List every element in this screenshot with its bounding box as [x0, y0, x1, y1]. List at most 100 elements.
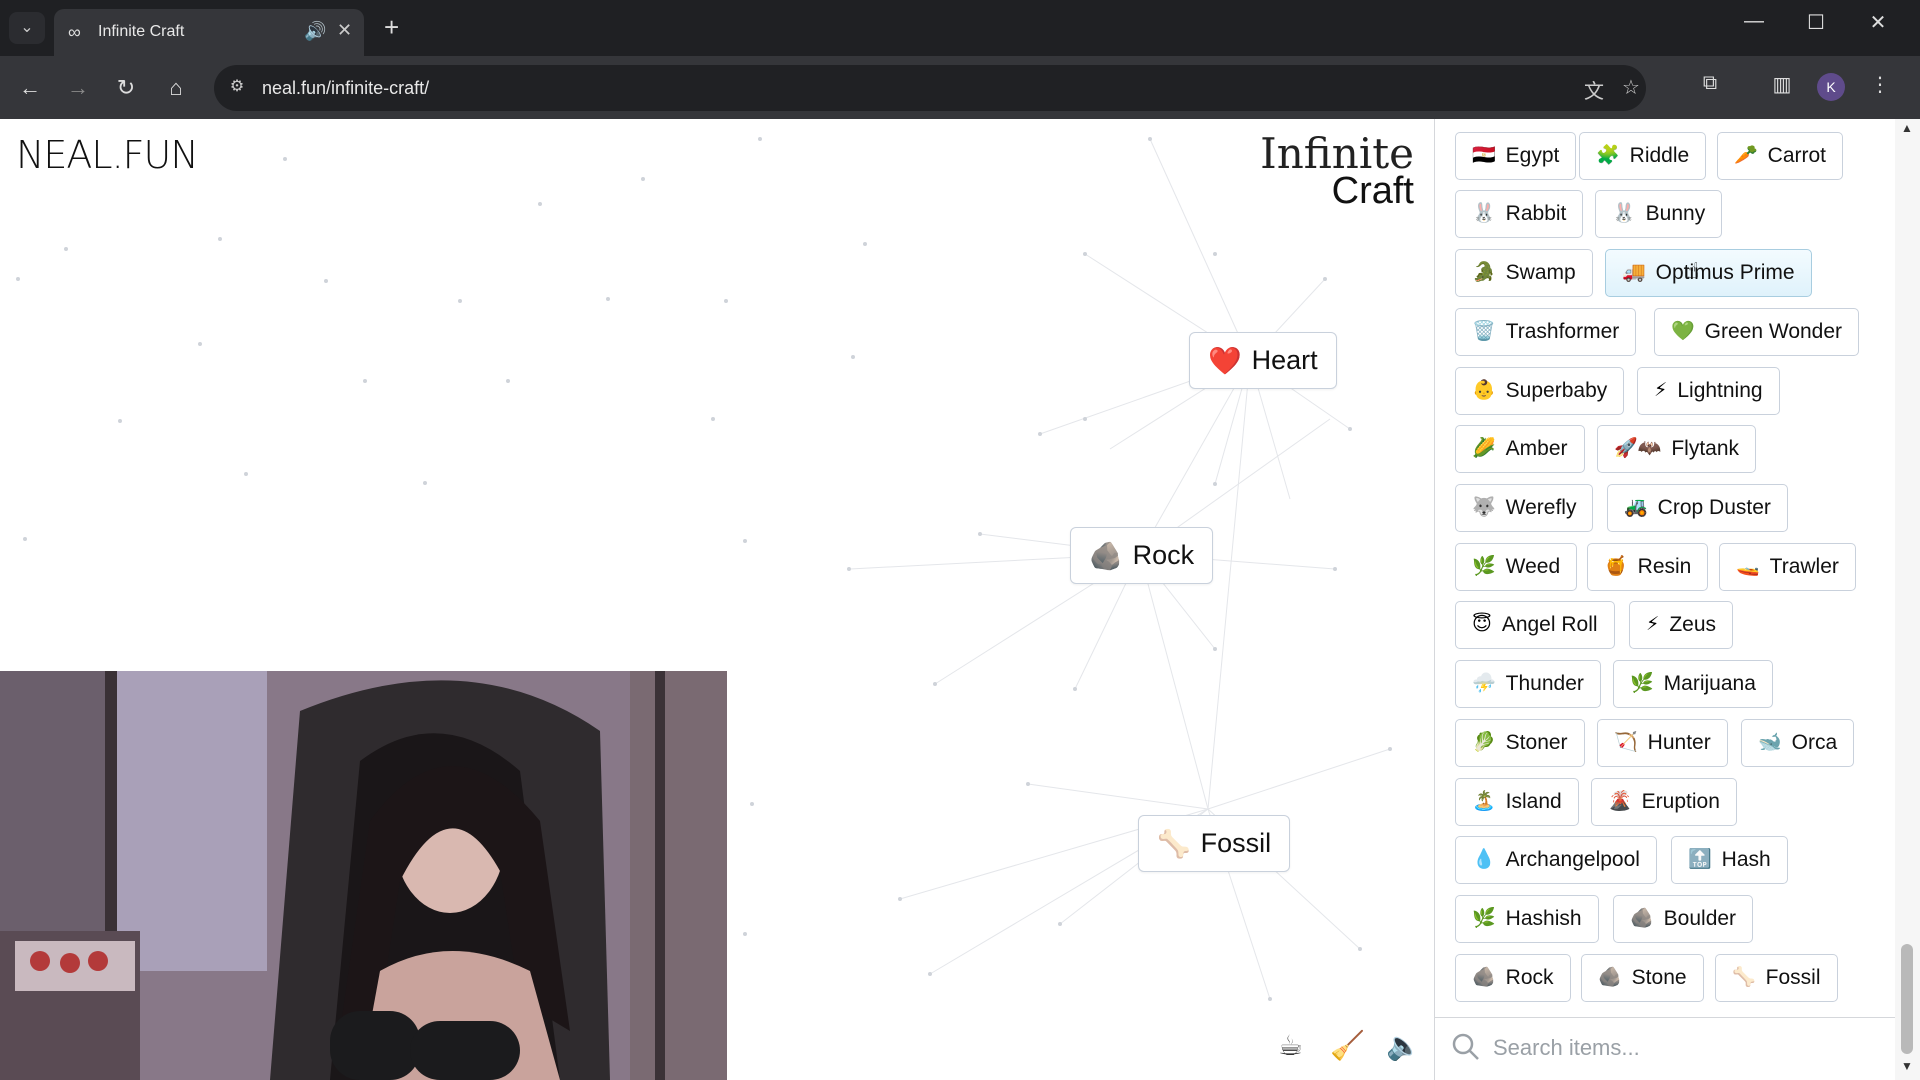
speaker-icon[interactable]: 🔊	[304, 21, 326, 42]
scroll-thumb[interactable]	[1901, 944, 1913, 1054]
wolf-icon: 🐺	[1472, 497, 1496, 518]
sidebar-item-rabbit[interactable]: 🐰 Rabbit	[1455, 190, 1584, 238]
tune-icon[interactable]: ⚙	[226, 76, 248, 98]
close-icon[interactable]: ✕	[337, 20, 352, 41]
tab-search-button[interactable]: ⌄	[9, 12, 45, 44]
site-logo[interactable]: NEAL.FUN	[16, 133, 199, 177]
top-arrow-icon: 🔝	[1688, 849, 1712, 870]
address-bar[interactable]: ⚙ neal.fun/infinite-craft/ 文 ☆	[214, 65, 1646, 111]
sidebar-item-boulder[interactable]: 🪨 Boulder	[1613, 895, 1754, 943]
green-heart-icon: 💚	[1671, 321, 1695, 342]
item-label: Rock	[1505, 966, 1554, 989]
sidebar-item-superbaby[interactable]: 👶 Superbaby	[1455, 367, 1625, 415]
browser-tab-active[interactable]: ∞ Infinite Craft 🔊 ✕	[54, 9, 364, 56]
close-window-button[interactable]: ✕	[1858, 10, 1898, 35]
sidebar-item-green-wonder[interactable]: 💚 Green Wonder	[1654, 308, 1860, 356]
sidebar-item-stoner[interactable]: 🥬 Stoner	[1455, 719, 1585, 767]
sidebar-item-optimus-prime[interactable]: 🚚 Optimus Prime	[1605, 249, 1812, 297]
items-list: 🇪🇬 Egypt 🧩 Riddle 🥕 Carrot 🐰 Rabbit 🐰 Bunny 🐊…	[1435, 119, 1895, 1017]
sidebar-item-riddle[interactable]: 🧩 Riddle	[1579, 132, 1707, 180]
back-button[interactable]: ←	[14, 72, 46, 104]
sidebar-item-hashish[interactable]: 🌿 Hashish	[1455, 895, 1599, 943]
item-label: Stoner	[1505, 731, 1568, 754]
item-label: Fossil	[1765, 966, 1821, 989]
broom-icon[interactable]: 🧹	[1330, 1029, 1365, 1062]
maximize-button[interactable]: ☐	[1796, 10, 1836, 35]
avatar[interactable]: K	[1817, 73, 1845, 101]
sidebar-item-fossil[interactable]: 🦴 Fossil	[1715, 954, 1838, 1002]
whale-icon: 🐋	[1758, 732, 1782, 753]
bone-icon: 🦴	[1732, 967, 1756, 988]
puzzle-icon[interactable]: ⧉	[1694, 72, 1726, 95]
item-label: Trawler	[1769, 555, 1839, 578]
sidebar-item-eruption[interactable]: 🌋 Eruption	[1591, 778, 1737, 826]
coffee-cup-icon[interactable]: ☕	[1278, 1029, 1303, 1062]
sidebar-item-weed[interactable]: 🌿 Weed	[1455, 543, 1578, 591]
reload-button[interactable]: ↻	[110, 72, 142, 104]
sidebar-item-swamp[interactable]: 🐊 Swamp	[1455, 249, 1593, 297]
herb-icon: 🌿	[1472, 908, 1496, 929]
sidebar-item-resin[interactable]: 🍯 Resin	[1587, 543, 1709, 591]
sidebar-item-angel-roll[interactable]: 😇 Angel Roll	[1455, 601, 1615, 649]
craft-canvas[interactable]: NEAL.FUN Infinite Craft ❤️ Heart 🪨 Rock …	[0, 119, 1434, 1080]
new-tab-button[interactable]: +	[384, 12, 399, 42]
sidebar-item-archangelpool[interactable]: 💧 Archangelpool	[1455, 836, 1657, 884]
side-panel-icon[interactable]: ▥	[1766, 72, 1798, 97]
sidebar-item-stone[interactable]: 🪨 Stone	[1581, 954, 1704, 1002]
storm-cloud-icon: ⛈️	[1472, 673, 1496, 694]
sidebar-item-carrot[interactable]: 🥕 Carrot	[1717, 132, 1844, 180]
minimize-button[interactable]: —	[1734, 10, 1774, 33]
carrot-icon: 🥕	[1734, 145, 1758, 166]
sidebar-item-trashformer[interactable]: 🗑️ Trashformer	[1455, 308, 1637, 356]
forward-button[interactable]: →	[62, 72, 94, 104]
sidebar-item-rock[interactable]: 🪨 Rock	[1455, 954, 1571, 1002]
search-input[interactable]	[1493, 1028, 1873, 1068]
sidebar-item-zeus[interactable]: ⚡ Zeus	[1629, 601, 1734, 649]
sidebar-item-crop-duster[interactable]: 🚜 Crop Duster	[1607, 484, 1788, 532]
item-label: Hunter	[1647, 731, 1711, 754]
sidebar-item-thunder[interactable]: ⛈️ Thunder	[1455, 660, 1601, 708]
rock-icon: 🪨	[1089, 540, 1123, 571]
url-text[interactable]: neal.fun/infinite-craft/	[262, 78, 429, 99]
sidebar-item-hunter[interactable]: 🏹 Hunter	[1597, 719, 1728, 767]
speaker-icon[interactable]: 🔈	[1386, 1029, 1421, 1062]
sidebar-item-lightning[interactable]: ⚡ Lightning	[1637, 367, 1780, 415]
canvas-element-label: Rock	[1132, 540, 1195, 570]
item-label: Island	[1505, 790, 1562, 813]
scroll-down-arrow-icon[interactable]: ▼	[1901, 1059, 1913, 1073]
sidebar-item-bunny[interactable]: 🐰 Bunny	[1595, 190, 1723, 238]
item-label: Angel Roll	[1501, 613, 1598, 636]
sidebar-item-amber[interactable]: 🌽 Amber	[1455, 425, 1585, 473]
flag-egypt-icon: 🇪🇬	[1472, 145, 1496, 166]
search-bar	[1435, 1017, 1895, 1080]
canvas-element-rock[interactable]: 🪨 Rock	[1070, 527, 1214, 584]
items-sidebar: 🇪🇬 Egypt 🧩 Riddle 🥕 Carrot 🐰 Rabbit 🐰 Bunny 🐊…	[1434, 119, 1920, 1080]
sidebar-item-werefly[interactable]: 🐺 Werefly	[1455, 484, 1594, 532]
home-button[interactable]: ⌂	[160, 72, 192, 104]
sidebar-item-flytank[interactable]: 🚀🦇 Flytank	[1597, 425, 1757, 473]
kebab-menu-icon[interactable]: ⋮	[1864, 72, 1896, 97]
baby-icon: 👶	[1472, 380, 1496, 401]
scroll-up-arrow-icon[interactable]: ▲	[1901, 121, 1913, 135]
tab-title: Infinite Craft	[98, 23, 185, 40]
bow-and-arrow-icon: 🏹	[1614, 732, 1638, 753]
sidebar-item-orca[interactable]: 🐋 Orca	[1741, 719, 1855, 767]
sidebar-scrollbar[interactable]: ▲ ▼	[1895, 119, 1920, 1080]
item-label: Bunny	[1645, 202, 1706, 225]
sidebar-item-hash[interactable]: 🔝 Hash	[1671, 836, 1788, 884]
rabbit-icon: 🐰	[1612, 203, 1636, 224]
herb-icon: 🌿	[1630, 673, 1654, 694]
translate-icon[interactable]: 文	[1584, 75, 1604, 104]
item-label: Optimus Prime	[1655, 261, 1795, 284]
sidebar-item-trawler[interactable]: 🚤 Trawler	[1719, 543, 1856, 591]
volcano-icon: 🌋	[1608, 791, 1632, 812]
canvas-element-heart[interactable]: ❤️ Heart	[1189, 332, 1337, 389]
sidebar-item-egypt[interactable]: 🇪🇬 Egypt	[1455, 132, 1577, 180]
star-icon[interactable]: ☆	[1622, 75, 1640, 100]
sidebar-item-marijuana[interactable]: 🌿 Marijuana	[1613, 660, 1773, 708]
canvas-element-fossil[interactable]: 🦴 Fossil	[1138, 815, 1291, 872]
item-label: Amber	[1505, 437, 1568, 460]
item-label: Riddle	[1629, 144, 1690, 167]
corn-icon: 🌽	[1472, 438, 1496, 459]
sidebar-item-island[interactable]: 🏝️ Island	[1455, 778, 1579, 826]
